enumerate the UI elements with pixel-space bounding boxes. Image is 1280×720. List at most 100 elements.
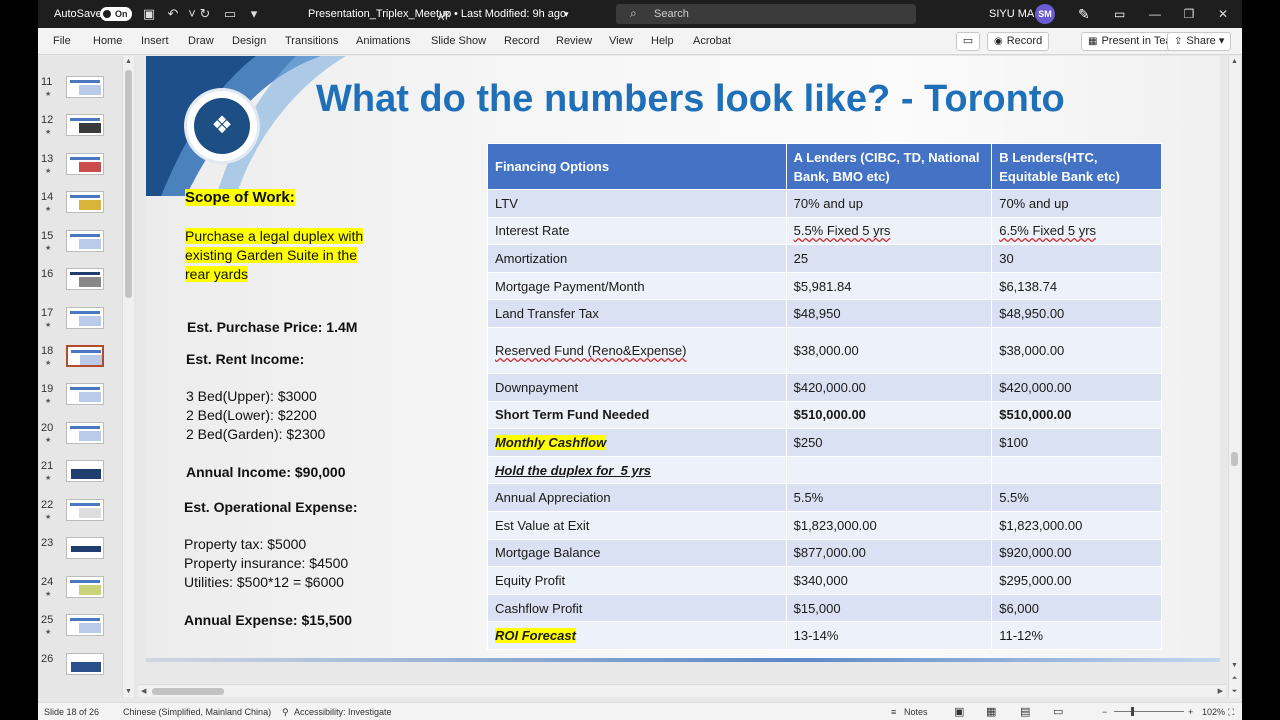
scroll-down-icon[interactable]: ▼: [123, 686, 134, 698]
next-slide-icon[interactable]: ⏷: [1229, 686, 1240, 698]
normal-view-icon[interactable]: ▣: [954, 703, 964, 720]
table-cell[interactable]: Equity Profit: [487, 566, 787, 595]
table-cell[interactable]: $48,950: [785, 299, 993, 328]
zoom-slider-thumb[interactable]: [1131, 707, 1134, 716]
table-cell[interactable]: 5.5%: [785, 483, 993, 512]
scrollbar-thumb[interactable]: [125, 70, 132, 298]
table-cell[interactable]: 5.5%: [991, 483, 1162, 512]
tab-record[interactable]: Record: [504, 28, 539, 55]
table-cell[interactable]: 70% and up: [785, 189, 993, 218]
scroll-up-icon[interactable]: ▲: [1229, 56, 1240, 68]
slide-indicator[interactable]: Slide 18 of 26: [44, 703, 99, 720]
comments-button[interactable]: ▭: [956, 32, 980, 51]
table-cell[interactable]: $38,000.00: [785, 326, 993, 374]
slide-thumbnail[interactable]: 20 ★: [38, 422, 128, 456]
table-header[interactable]: Financing Options: [487, 143, 787, 190]
table-cell[interactable]: 25: [785, 244, 993, 273]
scroll-up-icon[interactable]: ▲: [123, 56, 134, 68]
tab-file[interactable]: File: [53, 28, 71, 55]
table-cell[interactable]: $420,000.00: [991, 372, 1162, 402]
slide-thumbnail-selected[interactable]: 18 ★: [38, 345, 128, 379]
previous-slide-icon[interactable]: ⏶: [1229, 673, 1240, 685]
chevron-down-icon[interactable]: ▾: [564, 0, 569, 28]
table-cell[interactable]: Short Term Fund Needed: [487, 400, 787, 430]
thumbnail-scrollbar[interactable]: ▲ ▼: [122, 56, 134, 698]
tab-insert[interactable]: Insert: [141, 28, 169, 55]
scroll-down-icon[interactable]: ▼: [1229, 660, 1240, 672]
customize-toolbar-icon[interactable]: ▾: [246, 6, 262, 22]
table-cell[interactable]: $510,000.00: [991, 400, 1162, 430]
restore-icon[interactable]: ❐: [1172, 0, 1206, 28]
table-cell[interactable]: [991, 455, 1162, 485]
table-cell[interactable]: $48,950.00: [991, 299, 1162, 328]
undo-icon[interactable]: ↶: [165, 6, 181, 22]
table-cell[interactable]: Land Transfer Tax: [487, 299, 787, 328]
scroll-right-icon[interactable]: ▶: [1218, 685, 1223, 698]
slide-scrollbar[interactable]: ▲ ▼ ⏶ ⏷: [1228, 56, 1240, 698]
table-cell[interactable]: $5,981.84: [785, 271, 993, 301]
slide-thumbnail[interactable]: 17 ★: [38, 307, 128, 341]
save-icon[interactable]: ▣: [141, 6, 157, 22]
table-cell[interactable]: $295,000.00: [991, 566, 1162, 595]
scrollbar-thumb[interactable]: [1231, 452, 1238, 466]
zoom-slider[interactable]: [1114, 711, 1184, 712]
table-cell[interactable]: 30: [991, 244, 1162, 273]
search-box[interactable]: ⌕ Search: [616, 4, 916, 24]
sensitivity-icon[interactable]: AR: [438, 0, 449, 28]
slide-thumbnail[interactable]: 21 ★: [38, 460, 128, 494]
slide-thumbnail[interactable]: 16: [38, 268, 128, 302]
zoom-out-icon[interactable]: −: [1102, 703, 1107, 720]
table-cell[interactable]: Amortization: [487, 244, 787, 273]
slideshow-view-icon[interactable]: ▭: [1053, 703, 1063, 720]
avatar[interactable]: SM: [1035, 4, 1055, 24]
redo-icon[interactable]: ↻: [197, 6, 213, 22]
table-cell[interactable]: Est Value at Exit: [487, 510, 787, 540]
slide-title[interactable]: What do the numbers look like? - Toronto: [316, 78, 1176, 121]
table-cell[interactable]: 5.5% Fixed 5 yrs: [785, 216, 993, 246]
user-name[interactable]: SIYU MA: [989, 0, 1034, 28]
table-cell[interactable]: Mortgage Payment/Month: [487, 271, 787, 301]
ribbon-display-icon[interactable]: ▭: [1114, 0, 1125, 28]
tab-view[interactable]: View: [609, 28, 633, 55]
slide-thumbnail[interactable]: 22 ★: [38, 499, 128, 533]
slide-sorter-icon[interactable]: ▦: [986, 703, 996, 720]
table-cell[interactable]: Interest Rate: [487, 216, 787, 246]
notes-button[interactable]: Notes: [904, 703, 928, 720]
table-cell[interactable]: $920,000.00: [991, 538, 1162, 568]
tab-transitions[interactable]: Transitions: [285, 28, 338, 55]
notes-icon[interactable]: ≡: [891, 703, 896, 720]
table-cell[interactable]: $420,000.00: [785, 372, 993, 402]
slide-thumbnail[interactable]: 11 ★: [38, 76, 128, 110]
table-cell[interactable]: $6,138.74: [991, 271, 1162, 301]
table-cell[interactable]: $6,000: [991, 593, 1162, 623]
last-modified[interactable]: • Last Modified: 9h ago: [454, 0, 566, 28]
table-cell[interactable]: 13-14%: [785, 621, 993, 650]
table-cell[interactable]: $250: [785, 428, 993, 457]
horizontal-scrollbar[interactable]: ◀ ▶: [138, 684, 1226, 697]
tab-review[interactable]: Review: [556, 28, 592, 55]
tab-animations[interactable]: Animations: [356, 28, 410, 55]
present-from-start-icon[interactable]: ▭: [222, 6, 238, 22]
tab-slide-show[interactable]: Slide Show: [431, 28, 486, 55]
table-cell[interactable]: $100: [991, 428, 1162, 457]
slide-thumbnail[interactable]: 13 ★: [38, 153, 128, 187]
scrollbar-thumb[interactable]: [152, 688, 224, 695]
table-cell[interactable]: $1,823,000.00: [991, 510, 1162, 540]
zoom-in-icon[interactable]: +: [1188, 703, 1193, 720]
zoom-level[interactable]: 102%: [1202, 703, 1225, 720]
table-cell[interactable]: Downpayment: [487, 372, 787, 402]
slide-thumbnail[interactable]: 23: [38, 537, 128, 571]
share-button[interactable]: ⇪ Share ▾: [1167, 32, 1232, 51]
slide-thumbnail[interactable]: 24 ★: [38, 576, 128, 610]
slide-thumbnail[interactable]: 12 ★: [38, 114, 128, 148]
document-title[interactable]: Presentation_Triplex_Meetup: [308, 0, 451, 28]
table-cell[interactable]: Monthly Cashflow: [487, 428, 787, 457]
table-header[interactable]: A Lenders (CIBC, TD, National Bank, BMO …: [785, 143, 993, 190]
financing-table[interactable]: Financing Options A Lenders (CIBC, TD, N…: [487, 143, 1162, 650]
slide-thumbnail[interactable]: 14 ★: [38, 191, 128, 225]
table-cell[interactable]: $877,000.00: [785, 538, 993, 568]
reading-view-icon[interactable]: ▤: [1020, 703, 1030, 720]
scroll-left-icon[interactable]: ◀: [141, 685, 146, 698]
tab-draw[interactable]: Draw: [188, 28, 214, 55]
table-cell[interactable]: 6.5% Fixed 5 yrs: [991, 216, 1162, 246]
